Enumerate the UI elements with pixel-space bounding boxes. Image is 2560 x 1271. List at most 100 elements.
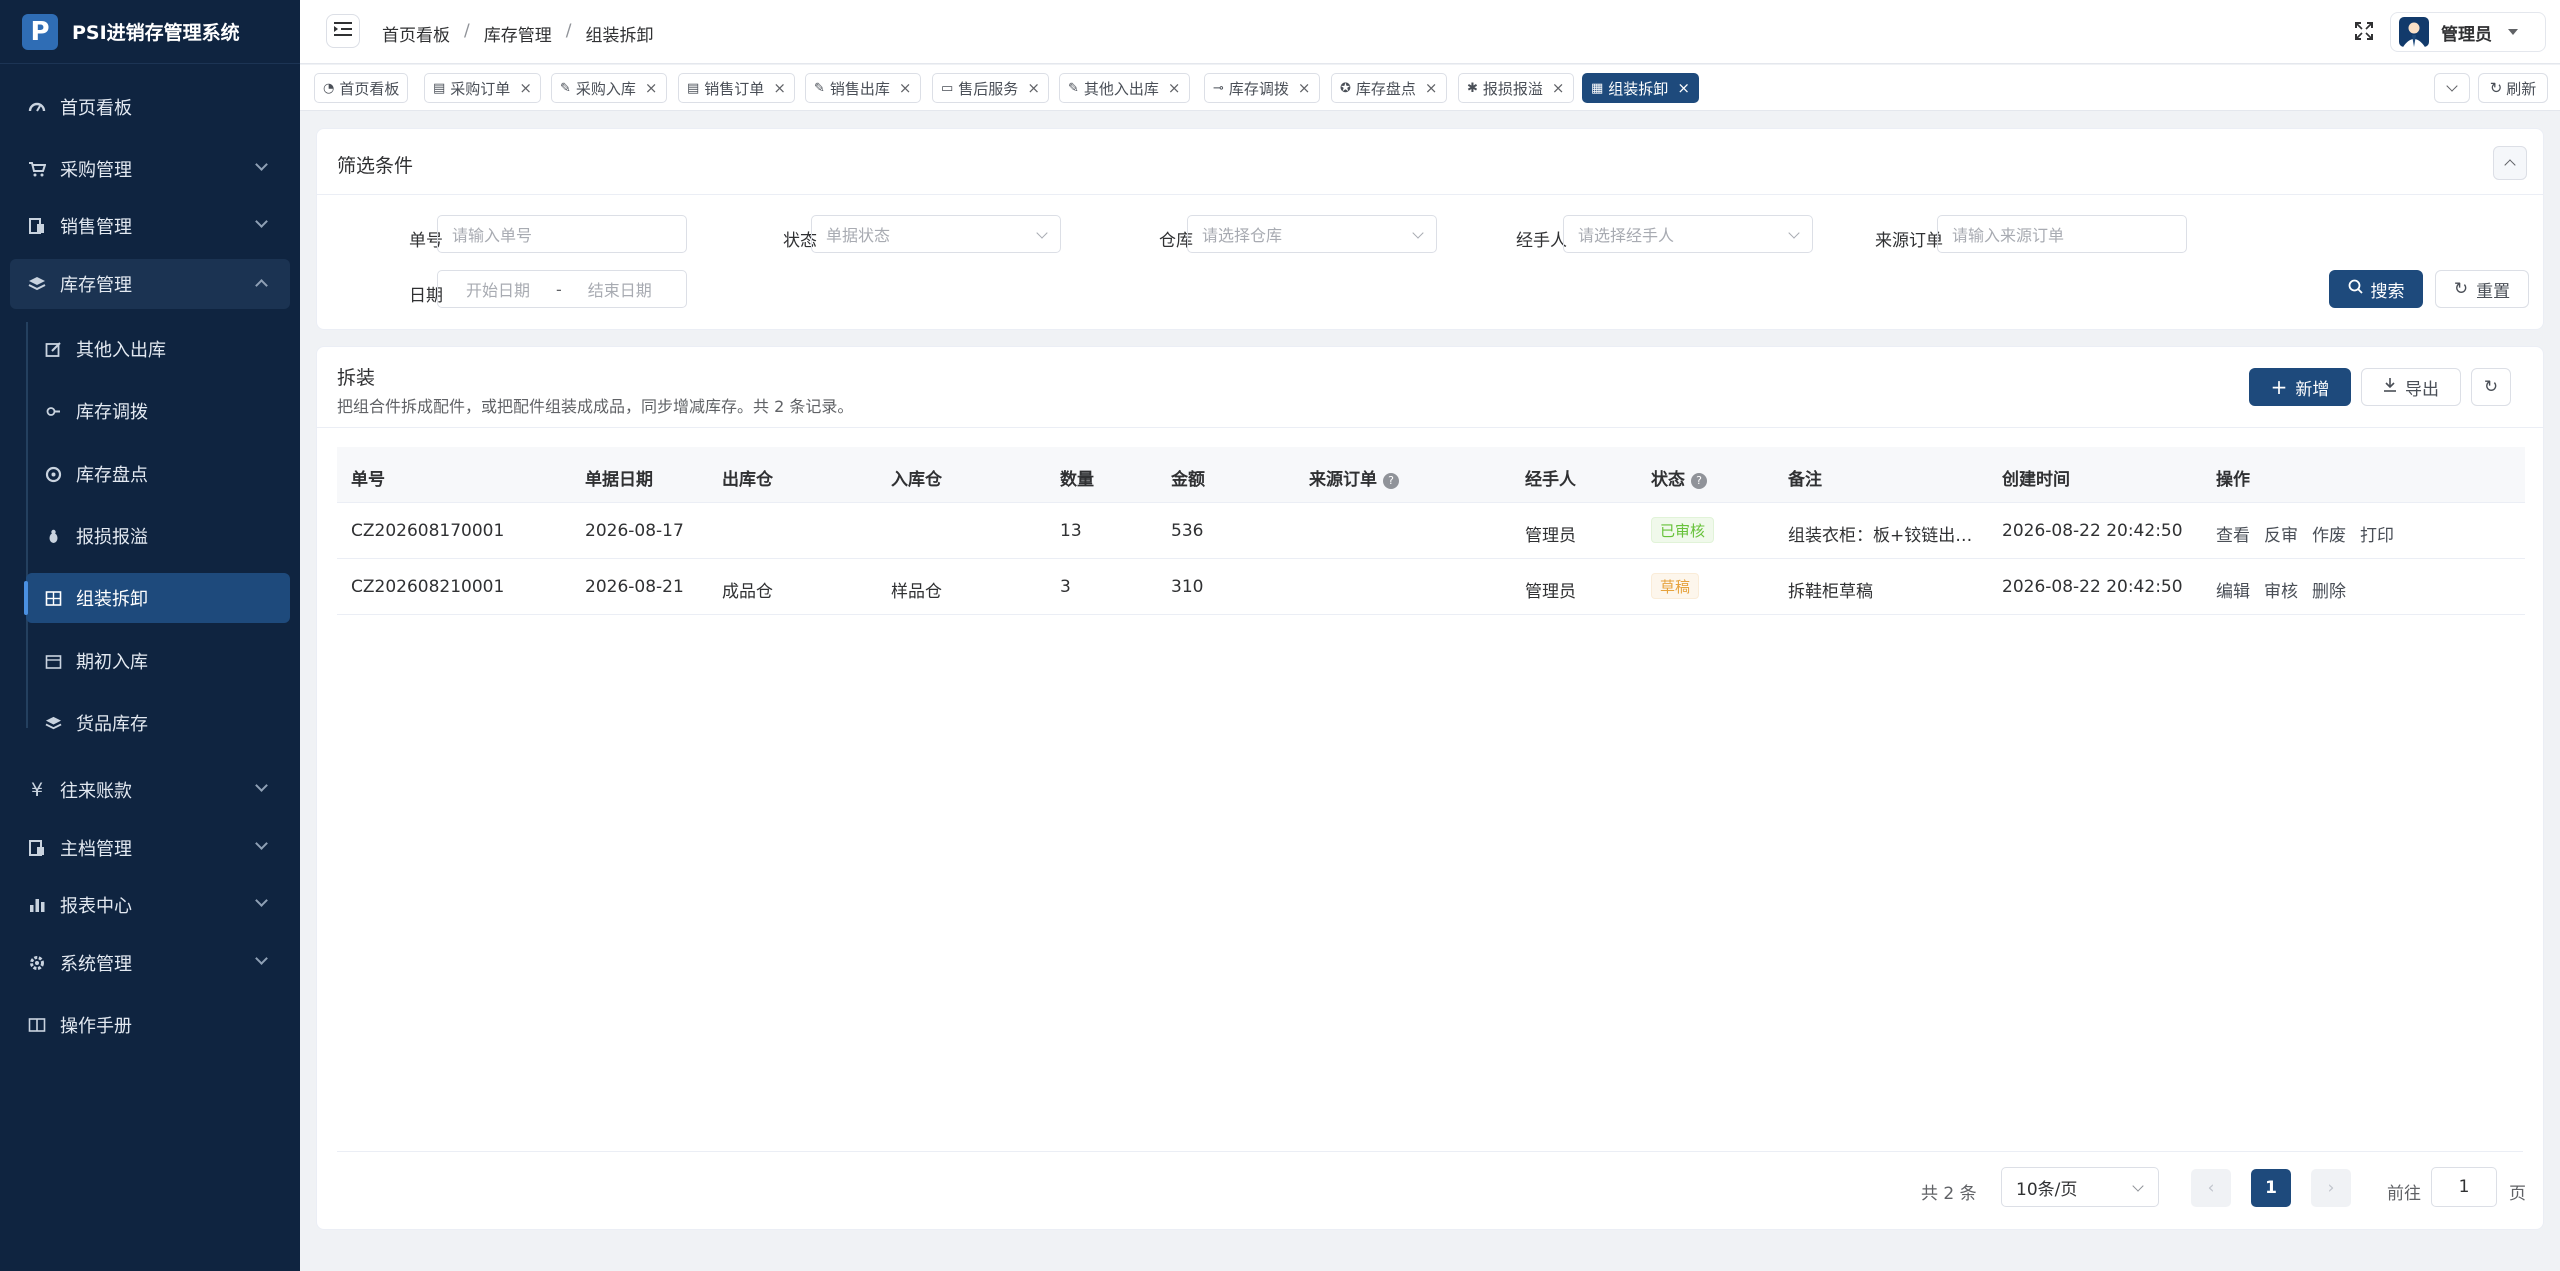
column-header: 经手人: [1525, 470, 1576, 490]
sidebar-item-label: 库存调拨: [76, 402, 148, 423]
next-page-button[interactable]: ›: [2311, 1169, 2351, 1207]
bug-icon: [42, 528, 64, 545]
close-icon[interactable]: ×: [1552, 79, 1565, 97]
sidebar-item-purchase[interactable]: 采购管理: [10, 144, 290, 194]
close-icon[interactable]: ×: [645, 79, 658, 97]
sidebar-item-system[interactable]: 系统管理: [10, 938, 290, 988]
transfer-icon: [42, 403, 64, 420]
collapse-button[interactable]: [2493, 146, 2527, 180]
date-range-picker[interactable]: 开始日期 - 结束日期: [437, 270, 687, 308]
sidebar-item-label: 组装拆卸: [76, 589, 148, 610]
sidebar-item-manual[interactable]: 操作手册: [10, 1000, 290, 1050]
calendar-icon: [42, 653, 64, 670]
sidebar-item-loss[interactable]: 报损报溢: [26, 511, 290, 561]
sidebar-item-dashboard[interactable]: 首页看板: [10, 82, 290, 132]
reset-button[interactable]: ↻ 重置: [2435, 270, 2529, 308]
source-input[interactable]: 请输入来源订单: [1937, 215, 2187, 253]
tab-assembly[interactable]: ▦ 组装拆卸 ×: [1582, 73, 1699, 103]
sidebar-item-stocktake[interactable]: 库存盘点: [26, 449, 290, 499]
menu-toggle-button[interactable]: [326, 14, 360, 48]
delete-link[interactable]: 删除: [2312, 577, 2346, 602]
table-row[interactable]: CZ202608210001 2026-08-21 成品仓 样品仓 3 310 …: [337, 559, 2525, 615]
app-logo[interactable]: P PSI进销存管理系统: [0, 0, 300, 64]
warehouse-label: 仓库: [1159, 231, 1193, 251]
sidebar-item-inventory[interactable]: 库存管理: [10, 259, 290, 309]
export-button[interactable]: 导出: [2361, 368, 2461, 406]
caret-down-icon: [2508, 29, 2518, 35]
goto-page-input[interactable]: 1: [2431, 1167, 2497, 1207]
reload-button[interactable]: ↻: [2471, 368, 2511, 406]
tab-stocktake[interactable]: ✪ 库存盘点 ×: [1331, 73, 1447, 103]
tab-transfer[interactable]: ⊸ 库存调拨 ×: [1204, 73, 1320, 103]
close-icon[interactable]: ×: [1298, 79, 1311, 97]
tab-label: 组装拆卸: [1608, 79, 1669, 98]
sidebar-item-reports[interactable]: 报表中心: [10, 880, 290, 930]
approve-link[interactable]: 审核: [2264, 577, 2298, 602]
tab-loss[interactable]: ✱ 报损报溢 ×: [1458, 73, 1574, 103]
tab-other-io[interactable]: ✎ 其他入出库 ×: [1059, 73, 1190, 103]
warehouse-select[interactable]: 请选择仓库: [1187, 215, 1437, 253]
tab-label: 售后服务: [958, 79, 1019, 98]
sidebar-item-sales[interactable]: 销售管理: [10, 201, 290, 251]
handler-select[interactable]: 请选择经手人: [1563, 215, 1813, 253]
unapprove-link[interactable]: 反审: [2264, 521, 2298, 546]
close-icon[interactable]: ×: [773, 79, 786, 97]
sidebar-item-other-io[interactable]: 其他入出库: [26, 324, 290, 374]
user-menu[interactable]: 管理员: [2390, 12, 2546, 52]
edit-link[interactable]: 编辑: [2216, 577, 2250, 602]
close-icon[interactable]: ×: [899, 79, 912, 97]
page-suffix-label: 页: [2509, 1184, 2526, 1204]
tab-after-sales[interactable]: ▭ 售后服务 ×: [932, 73, 1049, 103]
close-icon[interactable]: ×: [519, 79, 532, 97]
sidebar-item-transfer[interactable]: 库存调拨: [26, 386, 290, 436]
cell-created: 2026-08-22 20:42:50: [2002, 521, 2183, 541]
page-number-button[interactable]: 1: [2251, 1169, 2291, 1207]
cell-date: 2026-08-17: [585, 521, 684, 541]
tab-purchase-in[interactable]: ✎ 采购入库 ×: [551, 73, 667, 103]
tab-sales-out[interactable]: ✎ 销售出库 ×: [805, 73, 921, 103]
cell-remark: 组装衣柜：板+铰链出…: [1788, 526, 1973, 546]
sidebar-item-assembly[interactable]: 组装拆卸: [24, 573, 290, 623]
page-size-select[interactable]: 10条/页: [2001, 1167, 2159, 1207]
help-icon[interactable]: ?: [1691, 472, 1707, 489]
breadcrumb-item[interactable]: 库存管理: [484, 21, 552, 46]
close-icon[interactable]: ×: [1168, 79, 1181, 97]
top-bar: 首页看板 / 库存管理 / 组装拆卸 管理员: [300, 0, 2560, 64]
close-icon[interactable]: ×: [1677, 79, 1690, 97]
edit-icon: ✎: [1068, 80, 1079, 96]
search-button[interactable]: 搜索: [2329, 270, 2423, 308]
handler-label: 经手人: [1516, 231, 1567, 251]
chevron-down-icon: [1412, 227, 1424, 239]
print-link[interactable]: 打印: [2360, 521, 2394, 546]
close-icon[interactable]: ×: [1425, 79, 1438, 97]
view-link[interactable]: 查看: [2216, 521, 2250, 546]
tabs-more-button[interactable]: [2434, 73, 2470, 103]
fullscreen-icon[interactable]: [2354, 21, 2374, 41]
date-range-separator: -: [556, 279, 562, 299]
tab-label: 库存盘点: [1355, 79, 1416, 98]
cell-no: CZ202608210001: [351, 577, 505, 597]
breadcrumb-item[interactable]: 首页看板: [382, 21, 450, 46]
refresh-button[interactable]: ↻ 刷新: [2478, 73, 2548, 103]
sidebar-item-opening-stock[interactable]: 期初入库: [26, 636, 290, 686]
tab-label: 销售出库: [829, 79, 890, 98]
tab-purchase-order[interactable]: ▤ 采购订单 ×: [424, 73, 541, 103]
sidebar-item-accounts[interactable]: ¥ 往来账款: [10, 765, 290, 815]
edit-icon: ✎: [814, 80, 825, 96]
void-link[interactable]: 作废: [2312, 521, 2346, 546]
add-button[interactable]: + 新增: [2249, 368, 2351, 406]
prev-page-button[interactable]: ‹: [2191, 1169, 2231, 1207]
cell-amount: 310: [1171, 577, 1204, 597]
help-icon[interactable]: ?: [1383, 472, 1399, 489]
table-row[interactable]: CZ202608170001 2026-08-17 13 536 管理员 已审核…: [337, 503, 2525, 559]
sidebar-item-goods-stock[interactable]: 货品库存: [26, 698, 290, 748]
order-no-input[interactable]: 请输入单号: [437, 215, 687, 253]
status-select[interactable]: 单据状态: [811, 215, 1061, 253]
cell-amount: 536: [1171, 521, 1204, 541]
tab-dashboard[interactable]: ◔ 首页看板: [314, 73, 409, 103]
close-icon[interactable]: ×: [1027, 79, 1040, 97]
sidebar-item-master-data[interactable]: 主档管理: [10, 823, 290, 873]
tab-label: 首页看板: [339, 79, 400, 98]
list-title: 拆装: [337, 367, 376, 389]
tab-sales-order[interactable]: ▤ 销售订单 ×: [678, 73, 795, 103]
